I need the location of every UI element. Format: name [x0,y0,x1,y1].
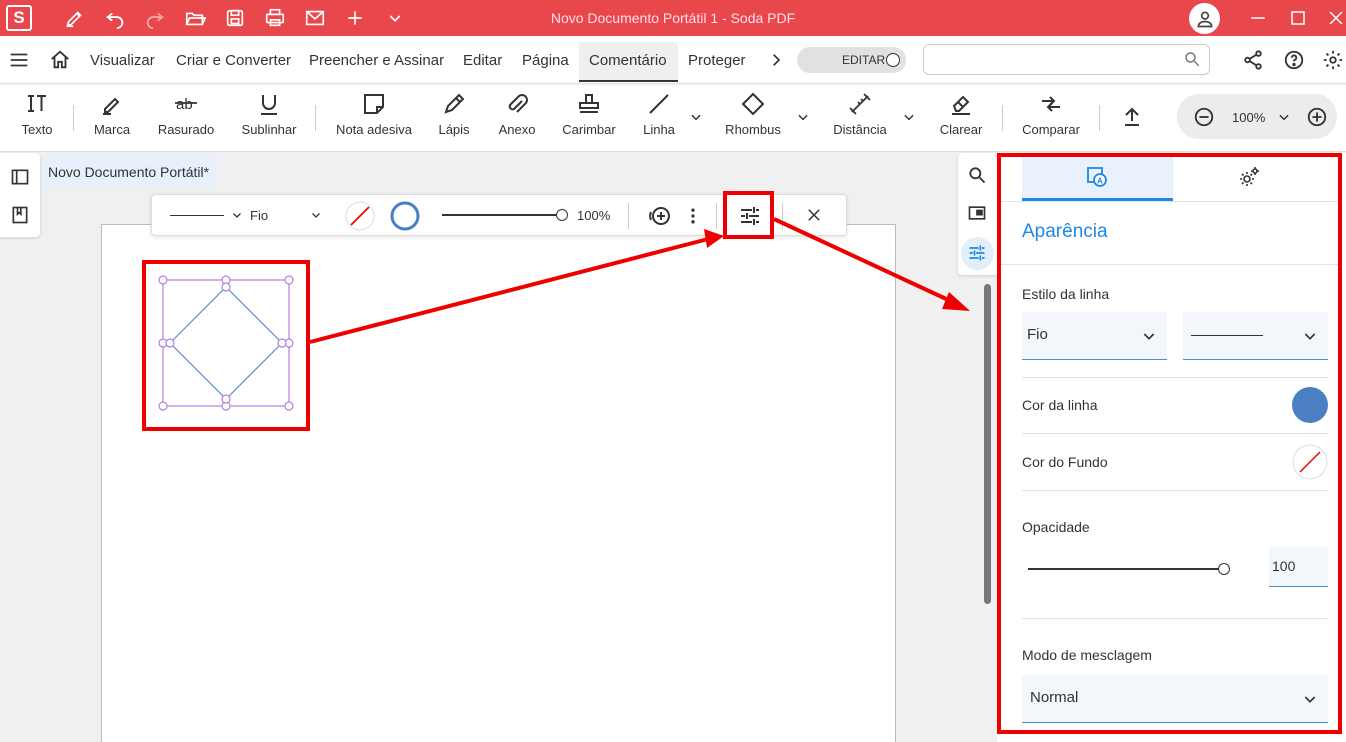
user-avatar[interactable] [1189,3,1220,34]
tool-lapis[interactable]: Lápis [435,85,473,152]
zoom-out-icon[interactable] [1193,106,1215,128]
text-icon [24,91,50,117]
hamburger-menu-icon[interactable] [8,49,30,71]
menu-bar: Visualizar Criar e Converter Preencher e… [0,36,1346,84]
opacity-slider-track[interactable] [442,214,562,216]
menu-comentario[interactable]: Comentário [589,52,667,69]
tool-carimbar[interactable]: Carimbar [560,85,618,152]
tool-comparar[interactable]: Comparar [1020,85,1082,152]
maximize-icon[interactable] [1286,6,1310,30]
vertical-scrollbar[interactable] [984,284,991,604]
tool-anexo[interactable]: Anexo [496,85,538,152]
linha-dropdown-icon[interactable] [689,110,703,124]
edit-toggle[interactable]: EDITAR [797,47,906,73]
right-rail [958,153,997,275]
tool-marca[interactable]: Marca [90,85,134,152]
line-type-select[interactable]: Fio [250,208,268,223]
tool-texto[interactable]: Texto [17,85,57,152]
edit-toggle-label: EDITAR [842,53,886,67]
stamp-icon [576,91,602,117]
eraser-icon [948,91,974,117]
rhombus-dropdown-icon[interactable] [796,110,810,124]
zoom-control: 100% [1177,94,1337,139]
line-color-swatch[interactable] [389,200,421,232]
properties-panel: A Aparência Estilo da linha Fio Cor da l… [997,153,1346,742]
window-title: Novo Documento Portátil 1 - Soda PDF [550,10,796,26]
title-bar: S Novo Documento Portátil 1 - Soda PDF [0,0,1346,36]
sticky-note-icon [361,91,387,117]
menu-visualizar[interactable]: Visualizar [90,52,155,69]
search-input[interactable] [923,44,1210,75]
help-icon[interactable] [1283,49,1305,71]
toggle-knob [886,53,900,67]
compare-icon [1038,91,1064,117]
menu-pagina[interactable]: Página [522,52,569,69]
rhombus-icon [740,91,766,117]
search-icon[interactable] [967,165,987,185]
underline-icon [256,91,282,117]
upload-icon[interactable] [1120,105,1144,129]
distancia-dropdown-icon[interactable] [902,110,916,124]
rhombus-highlight-box [142,260,310,431]
bookmark-icon[interactable] [10,205,30,225]
line-style-dropdown-icon[interactable] [231,209,243,221]
home-icon[interactable] [49,49,71,71]
properties-button-highlight-box [723,191,774,239]
tool-distancia[interactable]: Distância [830,85,890,152]
share-icon[interactable] [1242,49,1264,71]
search-icon [1183,50,1201,68]
menu-editar[interactable]: Editar [463,52,502,69]
close-window-icon[interactable] [1324,6,1346,30]
left-rail [0,153,40,237]
menu-proteger[interactable]: Proteger [688,52,746,69]
svg-text:ab: ab [176,96,193,113]
document-tab[interactable]: Novo Documento Portátil* [42,155,217,188]
tool-sublinhar[interactable]: Sublinhar [240,85,298,152]
menu-criar-converter[interactable]: Criar e Converter [176,52,291,69]
distance-icon [847,91,873,117]
add-circle-icon[interactable] [648,204,672,228]
tool-nota-adesiva[interactable]: Nota adesiva [335,85,413,152]
zoom-dropdown-icon[interactable] [1277,110,1291,124]
strikethrough-icon: ab [173,91,199,117]
zoom-value[interactable]: 100% [1232,110,1265,125]
menu-preencher-assinar[interactable]: Preencher e Assinar [309,52,444,69]
highlighter-icon [99,91,125,117]
line-style-preview[interactable] [170,215,224,216]
line-icon [646,91,672,117]
panel-highlight-box [997,153,1342,734]
pencil-icon [441,91,467,117]
paperclip-icon [504,91,530,117]
window-icon[interactable] [967,203,987,223]
zoom-in-icon[interactable] [1306,106,1328,128]
fill-color-none-icon[interactable] [344,200,376,232]
line-type-dropdown-icon[interactable] [310,209,322,221]
more-options-icon[interactable] [683,206,703,226]
minimize-icon[interactable] [1246,6,1270,30]
tool-clarear[interactable]: Clarear [937,85,985,152]
comment-toolbar: Texto Marca ab Rasurado Sublinhar Nota a… [0,85,1346,152]
tool-rasurado[interactable]: ab Rasurado [156,85,216,152]
tool-linha[interactable]: Linha [640,85,678,152]
panel-toggle-icon[interactable] [10,167,30,187]
settings-gear-icon[interactable] [1322,49,1344,71]
opacity-slider-knob[interactable] [556,209,568,221]
tool-rhombus[interactable]: Rhombus [722,85,784,152]
close-icon[interactable] [805,206,823,224]
properties-sliders-icon[interactable] [967,243,987,263]
chevron-right-icon[interactable] [767,51,785,69]
opacity-percent: 100% [577,208,611,223]
